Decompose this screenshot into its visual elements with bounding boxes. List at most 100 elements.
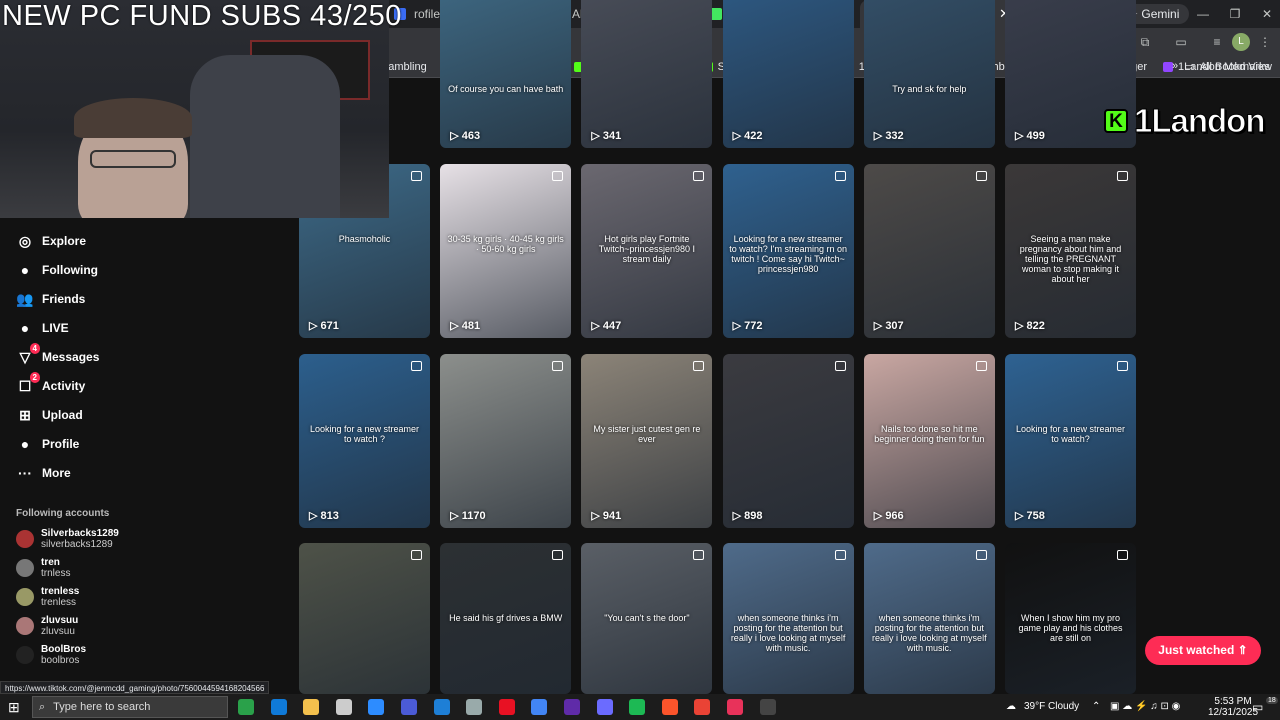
brand-logo-text: 1Landon xyxy=(1134,102,1266,140)
taskbar-app-icon[interactable] xyxy=(727,699,743,715)
account-handle: zluvsuu xyxy=(41,626,75,637)
photo-carousel-icon xyxy=(975,171,987,181)
photo-carousel-icon xyxy=(552,361,564,371)
media-control-icon[interactable]: ≡ xyxy=(1208,33,1226,51)
video-card[interactable]: Nails too done so hit me beginner doing … xyxy=(863,354,995,528)
video-caption: Nails too done so hit me beginner doing … xyxy=(874,424,985,444)
video-card[interactable]: 30-35 kg girls · 40-45 kg girls · 50-60 … xyxy=(440,164,572,338)
video-caption: when someone thinks i'm posting for the … xyxy=(730,613,846,653)
video-caption: Looking for a new streamer to watch ? xyxy=(309,424,420,444)
video-card[interactable]: Looking for a new streamer to watch? ▷ 75… xyxy=(1005,354,1136,528)
restore-icon[interactable]: ❐ xyxy=(1219,0,1251,28)
taskbar-app-icon[interactable] xyxy=(694,699,711,715)
video-caption: He said his gf drives a BMW xyxy=(449,613,563,623)
sidebar-item-label: Activity xyxy=(42,379,86,393)
windows-taskbar: ⊞ ⌕ Type here to search ☁ 39°F Cloudy ⌃ … xyxy=(0,694,1280,720)
video-card[interactable]: ▷ 341 xyxy=(581,0,713,148)
view-count: ▷ 341 xyxy=(591,130,622,142)
just-watched-button[interactable]: Just watched ⇑ xyxy=(1145,636,1261,665)
sidebar-item-following[interactable]: ● Following xyxy=(16,259,98,281)
live-icon: ● xyxy=(20,320,30,336)
video-card[interactable]: when someone thinks i'm posting for the … xyxy=(863,543,995,694)
all-bookmarks-button[interactable]: ▭ All Bookmarks xyxy=(1184,60,1270,74)
following-account[interactable]: BoolBros boolbros xyxy=(16,644,86,666)
video-card[interactable]: Looking for a new streamer to watch ? ▷ 8… xyxy=(299,354,430,528)
taskbar-app-icon[interactable] xyxy=(238,699,254,715)
notification-icon[interactable]: ▭ xyxy=(1252,700,1263,714)
following-account[interactable]: tren trnless xyxy=(16,557,70,579)
sidebar-item-upload[interactable]: ⊞ Upload xyxy=(16,404,83,426)
streamer-glasses xyxy=(90,150,176,168)
taskbar-app-icon[interactable] xyxy=(629,699,646,715)
taskbar-app-icon[interactable] xyxy=(401,699,417,715)
sidebar-item-profile[interactable]: ● Profile xyxy=(16,433,80,455)
video-card[interactable]: ▷ 1170 xyxy=(440,354,572,528)
video-card[interactable]: ▷ 898 xyxy=(722,354,854,528)
video-card[interactable]: when someone thinks i'm posting for the … xyxy=(722,543,854,694)
taskbar-app-icon[interactable] xyxy=(596,699,613,715)
sidebar-item-more[interactable]: ··· More xyxy=(16,462,71,484)
video-card[interactable]: When I show him my pro game play and his… xyxy=(1005,543,1136,694)
taskbar-app-icon[interactable] xyxy=(564,699,580,715)
taskbar-app-icon[interactable] xyxy=(661,699,678,715)
taskbar-app-icon[interactable] xyxy=(531,699,548,715)
sidebar-item-explore[interactable]: ◎ Explore xyxy=(16,230,86,252)
video-card[interactable]: Seeing a man make pregnancy about him an… xyxy=(1005,164,1136,338)
extensions-puzzle-icon[interactable]: ⧉ xyxy=(1136,33,1154,51)
following-account[interactable]: Silverbacks1289 silverbacks1289 xyxy=(16,528,119,550)
taskbar-app-icon[interactable] xyxy=(335,699,352,715)
video-card[interactable]: Hot girls play Fortnite Twitch~princessj… xyxy=(581,164,713,338)
tray-icons[interactable]: ▣ ☁ ⚡ ♫ ⊡ ◉ xyxy=(1110,701,1180,712)
video-card[interactable]: ▷ 422 xyxy=(722,0,854,148)
taskbar-app-icon[interactable] xyxy=(270,699,287,715)
taskbar-app-icon[interactable] xyxy=(303,699,320,715)
sidebar-item-label: Profile xyxy=(42,437,80,451)
video-card[interactable]: ▷ 307 xyxy=(863,164,995,338)
profile-avatar-icon[interactable]: L xyxy=(1232,33,1250,51)
account-handle: silverbacks1289 xyxy=(41,539,113,550)
view-count: ▷ 758 xyxy=(1015,510,1045,522)
video-card[interactable]: Of course you can have bath ▷ 463 xyxy=(440,0,572,148)
close-window-icon[interactable]: ✕ xyxy=(1251,0,1280,28)
video-card[interactable]: Looking for a new streamer to watch? I'm… xyxy=(722,164,854,338)
sidebar-item-live[interactable]: ● LIVE xyxy=(16,317,69,339)
gaming-chair xyxy=(190,55,340,218)
system-tray-chevron-icon[interactable]: ⌃ xyxy=(1092,701,1100,712)
windows-start-icon[interactable]: ⊞ xyxy=(8,699,24,715)
taskbar-search-input[interactable]: ⌕ Type here to search xyxy=(32,696,228,718)
taskbar-date: 12/31/2025 xyxy=(1208,707,1259,718)
minimize-icon[interactable]: — xyxy=(1187,0,1219,28)
sidebar-item-friends[interactable]: 👥 Friends xyxy=(16,288,85,310)
following-account[interactable]: zluvsuu zluvsuu xyxy=(16,615,78,637)
video-card[interactable]: He said his gf drives a BMW xyxy=(440,543,572,694)
following-account[interactable]: trenless trenless xyxy=(16,586,79,608)
following-accounts-header: Following accounts xyxy=(16,508,110,519)
account-name: trenless xyxy=(41,586,80,597)
streamer-hair xyxy=(74,98,192,138)
taskbar-app-icon[interactable] xyxy=(466,699,483,715)
menu-kebab-icon[interactable]: ⋮ xyxy=(1256,33,1274,51)
sidebar-item-label: LIVE xyxy=(42,321,69,335)
taskbar-app-icon[interactable] xyxy=(759,699,776,715)
video-caption: Try and sk for help xyxy=(892,84,967,94)
avatar xyxy=(16,559,34,577)
taskbar-app-icon[interactable] xyxy=(368,699,385,715)
kick-logo-icon: K xyxy=(1104,109,1128,133)
video-card[interactable]: Try and sk for help ▷ 332 xyxy=(863,0,995,148)
sidebar-item-label: Following xyxy=(42,263,98,277)
notification-badge: 4 xyxy=(29,343,40,354)
taskbar-clock[interactable]: 5:53 PM 12/31/2025 xyxy=(1208,696,1258,718)
sidebar-item-messages[interactable]: ▽ 4 Messages xyxy=(16,343,99,368)
video-card[interactable]: "You can't s the door" xyxy=(581,543,713,694)
taskbar-app-icon[interactable] xyxy=(433,699,450,715)
video-card[interactable]: My sister just cutest gen re ever ▷ 941 xyxy=(581,354,713,528)
bookmarks-overflow-icon[interactable]: » xyxy=(1172,60,1178,72)
sidebar-item-activity[interactable]: ☐ 2 Activity xyxy=(16,372,86,397)
view-count: ▷ 307 xyxy=(873,320,904,332)
video-card[interactable] xyxy=(299,543,430,694)
sidepanel-icon[interactable]: ▭ xyxy=(1172,33,1190,51)
account-name: BoolBros xyxy=(41,644,86,655)
all-bookmarks-label: All Bookmarks xyxy=(1199,60,1270,73)
taskbar-app-icon[interactable] xyxy=(498,699,515,715)
weather-text[interactable]: 39°F Cloudy xyxy=(1024,701,1079,712)
